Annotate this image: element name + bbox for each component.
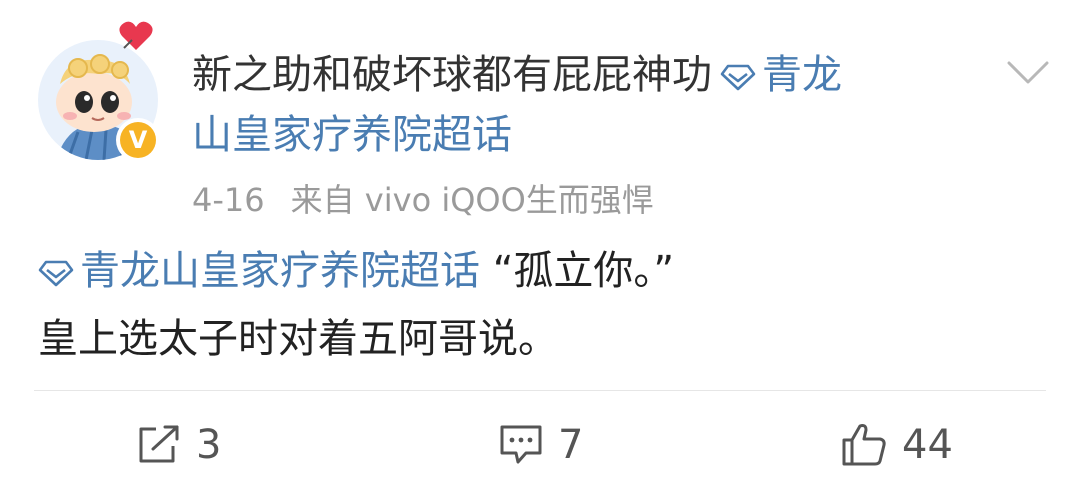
comment-count: 7 [558,422,584,468]
body-supertopic-link[interactable]: 青龙山皇家疗养院超话 [80,248,480,294]
supertopic-link-part1[interactable]: 青龙 [762,52,842,98]
post-header-line-1: 新之助和破坏球都有屁屁神功 青龙 [192,44,962,106]
author-name[interactable]: 新之助和破坏球都有屁屁神功 [192,52,712,98]
post-body-line-2: 皇上选太子时对着五阿哥说。 [38,316,558,362]
body-quote: “孤立你。” [480,248,675,294]
thumbs-up-icon [842,424,886,466]
like-count: 44 [902,422,953,468]
divider [34,390,1046,391]
comment-icon [500,425,542,464]
repost-button[interactable]: 3 [136,418,221,472]
post-header-line-2: 山皇家疗养院超话 [192,104,962,166]
diamond-topic-icon [720,64,756,91]
like-button[interactable]: 44 [840,418,953,472]
verified-mark: V [120,122,156,158]
post-body-line-1: 青龙山皇家疗养院超话 “孤立你。” [38,240,674,302]
verified-badge-icon: V [116,118,160,162]
post-meta: 4-16 来自 vivo iQOO生而强悍 [192,178,654,222]
supertopic-link-part2[interactable]: 山皇家疗养院超话 [192,112,512,158]
chevron-down-icon[interactable] [1006,60,1050,86]
repost-count: 3 [196,422,222,468]
diamond-topic-icon [38,260,74,287]
heart-icon [119,21,153,50]
weibo-post-card: V 新之助和破坏球都有屁屁神功 青龙 山皇家疗养院超话 4-16 来自 vivo … [0,0,1080,477]
repost-icon [139,425,179,463]
post-source: 来自 vivo iQOO生而强悍 [290,181,654,219]
comment-button[interactable]: 7 [498,418,583,472]
post-date: 4-16 [192,181,265,219]
